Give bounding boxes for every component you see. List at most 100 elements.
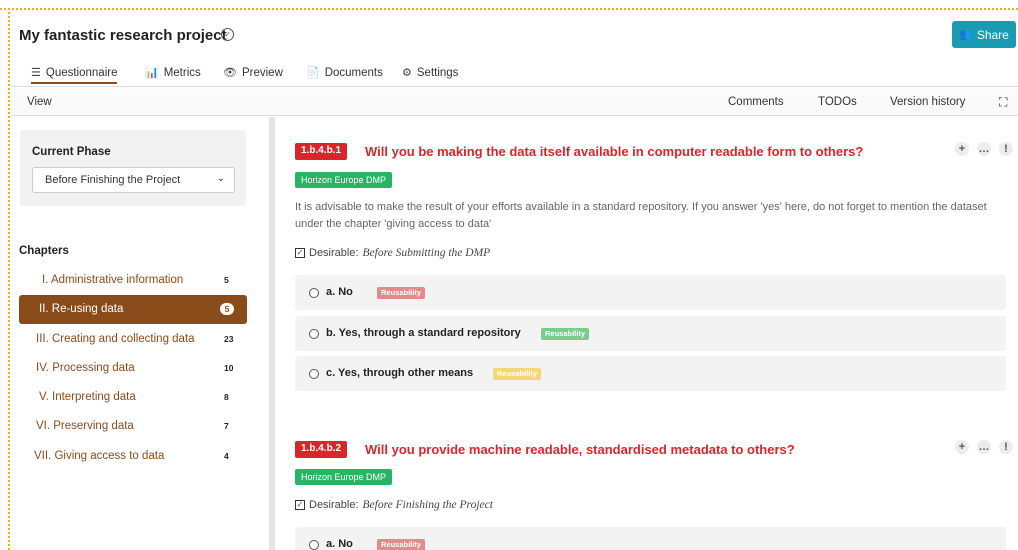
plus-icon[interactable]: + — [955, 440, 969, 454]
chapter-item[interactable]: III. Creating and collecting data 23 — [19, 325, 247, 354]
list-icon: ☰ — [31, 67, 41, 79]
plus-icon[interactable]: + — [955, 142, 969, 156]
desirable-value: Before Submitting the DMP — [362, 247, 491, 259]
answer-option[interactable]: a. No Reusability — [295, 527, 1006, 550]
radio-button[interactable] — [309, 540, 319, 550]
chapter-count: 7 — [224, 421, 229, 431]
answer-label: a. No — [326, 538, 353, 550]
chapter-count: 4 — [224, 451, 229, 461]
comments-button[interactable]: Comments — [728, 96, 784, 108]
tab-label: Documents — [324, 66, 383, 79]
reusability-badge: Reusability — [493, 368, 542, 380]
chapter-item[interactable]: IV. Processing data 10 — [19, 354, 247, 383]
tag-horizon-europe: Horizon Europe DMP — [295, 469, 393, 485]
answer-option[interactable]: c. Yes, through other means Reusability — [295, 356, 1006, 391]
check-circle-icon: ✓ — [221, 28, 234, 41]
answer-label: a. No — [326, 286, 353, 298]
answer-option[interactable]: b. Yes, through a standard repository Re… — [295, 316, 1006, 351]
answer-option[interactable]: a. No Reusability — [295, 275, 1006, 310]
gears-icon: ⚙ — [402, 67, 412, 79]
answer-label: b. Yes, through a standard repository — [326, 327, 521, 339]
sidebar: Current Phase Before Finishing the Proje… — [11, 117, 268, 550]
question-actions: + … ! — [955, 440, 1013, 454]
eye-icon: 👁 — [223, 67, 237, 79]
tab-label: Metrics — [163, 66, 201, 79]
exclamation-icon[interactable]: ! — [999, 142, 1013, 156]
tab-settings[interactable]: ⚙ Settings — [402, 66, 459, 80]
desirable-value: Before Finishing the Project — [362, 499, 493, 511]
dotted-border-top — [0, 8, 1018, 10]
tab-label: Settings — [416, 66, 459, 79]
tab-metrics[interactable]: 📊 Metrics — [145, 66, 201, 80]
chapter-count: 10 — [224, 363, 234, 373]
tab-preview[interactable]: 👁 Preview — [223, 66, 283, 80]
chapter-count: 23 — [224, 334, 234, 344]
desirable-label: Desirable: — [309, 499, 359, 511]
sidebar-divider[interactable] — [269, 117, 275, 550]
share-button[interactable]: 👥 Share — [952, 21, 1016, 48]
radio-button[interactable] — [309, 329, 319, 339]
chapter-item[interactable]: V. Interpreting data 8 — [19, 383, 247, 412]
header: My fantastic research project ✓ 👥 Share — [11, 11, 1018, 61]
tab-questionnaire[interactable]: ☰ Questionnaire — [31, 66, 118, 84]
question-title: Will you be making the data itself avail… — [365, 144, 864, 159]
chapters-heading: Chapters — [19, 245, 69, 257]
reusability-badge: Reusability — [541, 328, 590, 340]
answer-label: c. Yes, through other means — [326, 367, 474, 379]
chapter-label: VI. Preserving data — [36, 420, 134, 432]
tab-label: Questionnaire — [45, 66, 118, 79]
project-title: My fantastic research project — [19, 27, 227, 44]
chapter-item-active[interactable]: II. Re-using data 5 — [19, 295, 247, 324]
radio-button[interactable] — [309, 369, 319, 379]
phase-label: Current Phase — [32, 146, 111, 158]
desirable-phase: ✓ Desirable: Before Finishing the Projec… — [295, 499, 493, 511]
phase-select[interactable]: Before Finishing the Project ⌄ — [32, 167, 235, 193]
chevron-down-icon: ⌄ — [216, 173, 225, 184]
chapter-item[interactable]: VII. Giving access to data 4 — [19, 442, 247, 471]
question-description: It is advisable to make the result of yo… — [295, 201, 987, 230]
question-title: Will you provide machine readable, stand… — [365, 442, 795, 457]
tab-documents[interactable]: 📄 Documents — [306, 66, 383, 80]
tab-label: Preview — [241, 66, 283, 79]
comments-icon[interactable]: … — [977, 440, 991, 454]
tab-bar: ☰ Questionnaire 📊 Metrics 👁 Preview 📄 Do… — [11, 63, 1018, 87]
dotted-border-left — [8, 8, 10, 550]
question-actions: + … ! — [955, 142, 1013, 156]
chapter-count: 5 — [224, 275, 229, 285]
share-label: Share — [976, 27, 1009, 42]
app: My fantastic research project ✓ 👥 Share … — [11, 11, 1018, 550]
checkbox-icon: ✓ — [295, 500, 305, 510]
toolbar: View Comments TODOs Version history ⛶ — [11, 89, 1018, 116]
chapter-label: VII. Giving access to data — [34, 450, 165, 462]
questionnaire-content: 1.b.4.b.1 Will you be making the data it… — [287, 117, 1018, 550]
chapter-label: II. Re-using data — [39, 303, 124, 315]
users-icon: 👥 — [959, 29, 973, 41]
checkbox-icon: ✓ — [295, 248, 305, 258]
chapter-item[interactable]: I. Administrative information 5 — [19, 266, 247, 295]
todos-button[interactable]: TODOs — [818, 96, 857, 108]
chapter-count: 8 — [224, 392, 229, 402]
tag-horizon-europe: Horizon Europe DMP — [295, 172, 393, 188]
chapter-label: III. Creating and collecting data — [36, 333, 195, 345]
comments-icon[interactable]: … — [977, 142, 991, 156]
fullscreen-icon[interactable]: ⛶ — [999, 95, 1007, 110]
question-id-badge: 1.b.4.b.1 — [295, 143, 348, 160]
radio-button[interactable] — [309, 288, 319, 298]
chapter-label: V. Interpreting data — [39, 391, 136, 403]
chart-icon: 📊 — [145, 67, 159, 79]
phase-value: Before Finishing the Project — [45, 174, 181, 186]
question-id-badge: 1.b.4.b.2 — [295, 441, 348, 458]
chapter-label: I. Administrative information — [42, 274, 184, 286]
chapter-count: 5 — [220, 303, 234, 315]
version-history-button[interactable]: Version history — [890, 96, 965, 108]
reusability-badge: Reusability — [377, 539, 426, 550]
desirable-phase: ✓ Desirable: Before Submitting the DMP — [295, 247, 490, 259]
desirable-label: Desirable: — [309, 247, 359, 259]
reusability-badge: Reusability — [377, 287, 426, 299]
phase-panel: Current Phase Before Finishing the Proje… — [20, 130, 246, 206]
view-menu[interactable]: View — [27, 96, 52, 108]
chapter-label: IV. Processing data — [36, 362, 135, 374]
document-icon: 📄 — [306, 67, 320, 79]
exclamation-icon[interactable]: ! — [999, 440, 1013, 454]
chapter-item[interactable]: VI. Preserving data 7 — [19, 412, 247, 441]
